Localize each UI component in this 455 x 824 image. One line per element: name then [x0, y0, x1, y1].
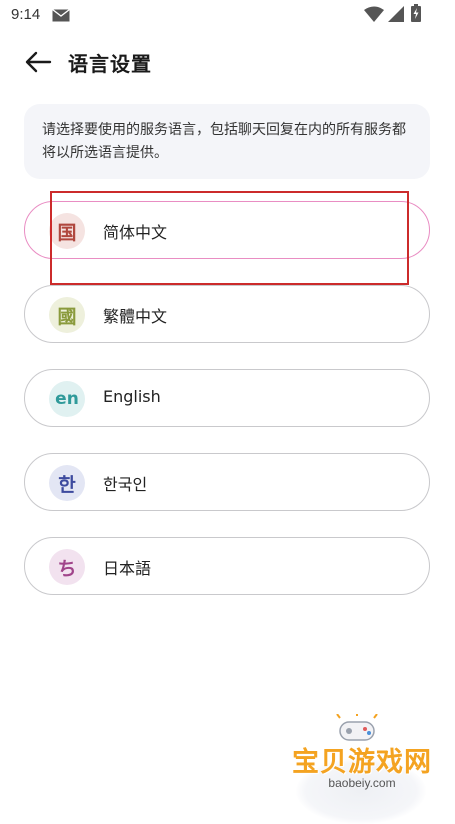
wifi-icon	[364, 6, 384, 22]
status-bar: 9:14	[0, 0, 455, 32]
language-icon-japanese: ち	[49, 549, 85, 585]
language-icon-simplified-chinese: 国	[49, 213, 85, 249]
language-option-traditional-chinese[interactable]: 國 繁體中文	[24, 285, 430, 343]
watermark-url: baobeiy.com	[328, 776, 396, 790]
arrow-left-icon[interactable]	[24, 50, 52, 74]
notice-card: 请选择要使用的服务语言，包括聊天回复在内的所有服务都将以所选语言提供。	[24, 104, 430, 179]
language-icon-traditional-chinese: 國	[49, 297, 85, 333]
language-label: 日本語	[103, 559, 152, 578]
language-label: 繁體中文	[103, 307, 168, 326]
language-option-japanese[interactable]: ち 日本語	[24, 537, 430, 595]
language-icon-korean: 한	[49, 465, 85, 501]
language-option-english[interactable]: en English	[24, 369, 430, 427]
watermark-logo: 宝贝游戏网 baobeiy.com	[282, 712, 442, 824]
page-title: 语言设置	[68, 52, 152, 76]
language-option-korean[interactable]: 한 한국인	[24, 453, 430, 511]
status-time: 9:14	[11, 6, 41, 23]
notice-text: 请选择要使用的服务语言，包括聊天回复在内的所有服务都将以所选语言提供。	[42, 122, 406, 161]
header: 语言设置	[0, 40, 455, 84]
language-label: 한국인	[103, 475, 148, 494]
language-icon-english: en	[49, 381, 85, 417]
mail-icon	[52, 9, 70, 22]
watermark-title: 宝贝游戏网	[292, 747, 432, 778]
language-option-simplified-chinese[interactable]: 国 简体中文	[24, 201, 430, 259]
language-label: English	[103, 387, 161, 406]
language-label: 简体中文	[103, 223, 168, 242]
battery-charging-icon	[411, 4, 421, 22]
signal-icon	[388, 6, 404, 22]
